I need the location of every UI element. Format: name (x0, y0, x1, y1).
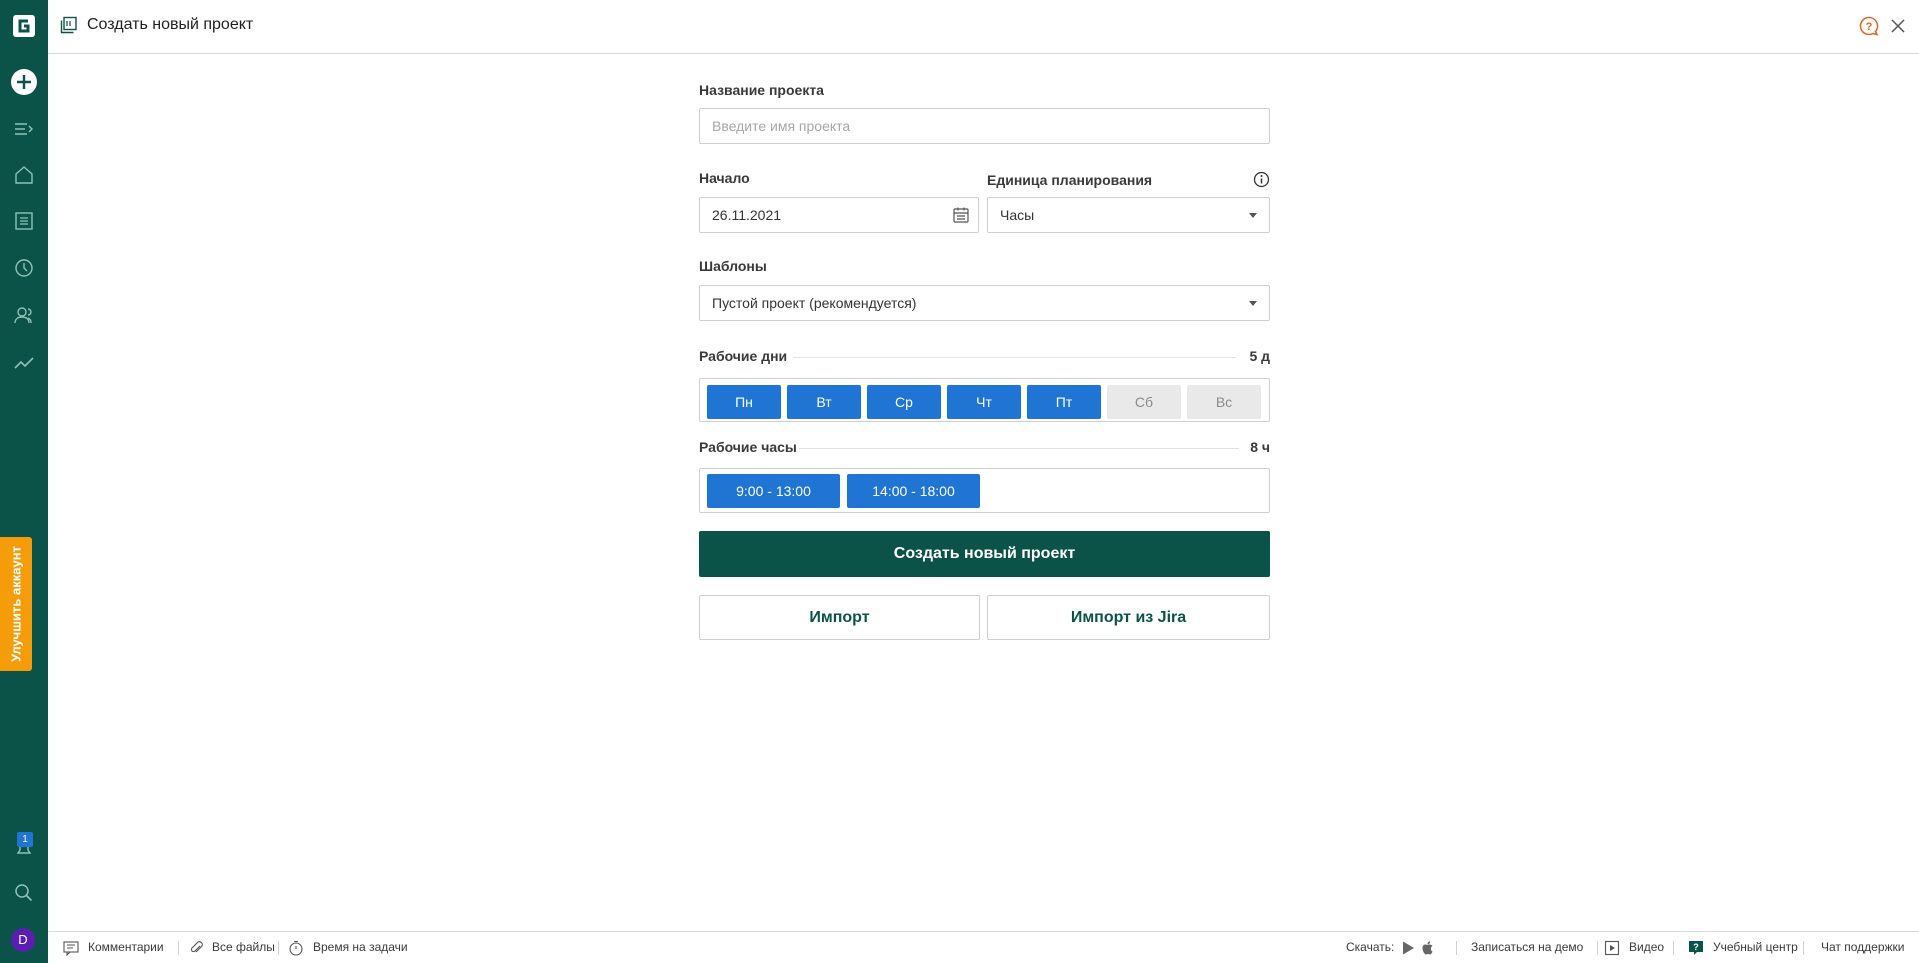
chevron-down-icon (1249, 301, 1257, 306)
day-toggle-mon[interactable]: Пн (707, 385, 781, 419)
workdays-label: Рабочие дни (699, 348, 788, 364)
home-icon[interactable] (13, 164, 35, 186)
help-icon[interactable]: ? (1859, 16, 1879, 36)
create-project-button[interactable]: Создать новый проект (699, 531, 1270, 577)
header: Создать новый проект ? (48, 0, 1919, 54)
divider (1597, 941, 1598, 955)
video-link[interactable]: Видео (1629, 932, 1664, 963)
import-button[interactable]: Импорт (699, 595, 980, 640)
download-label: Скачать: (1346, 940, 1395, 954)
project-name-label: Название проекта (699, 82, 824, 98)
day-toggle-wed[interactable]: Ср (867, 385, 941, 419)
workdays-selector: Пн Вт Ср Чт Пт Сб Вс (699, 378, 1270, 422)
avatar[interactable]: D (11, 928, 35, 952)
start-label: Начало (699, 170, 750, 186)
templates-value: Пустой проект (рекомендуется) (712, 295, 917, 311)
project-name-input[interactable] (699, 108, 1270, 144)
day-toggle-sun[interactable]: Вс (1187, 385, 1261, 419)
trend-icon[interactable] (13, 351, 35, 373)
day-toggle-sat[interactable]: Сб (1107, 385, 1181, 419)
time-on-tasks-link[interactable]: Время на задачи (313, 932, 408, 963)
close-icon[interactable] (1889, 17, 1907, 35)
templates-label: Шаблоны (699, 258, 767, 274)
expand-menu-icon[interactable] (13, 118, 35, 140)
book-demo-link[interactable]: Записаться на демо (1471, 932, 1583, 963)
workdays-count: 5 д (1249, 348, 1270, 364)
calendar-icon[interactable] (952, 206, 970, 224)
notification-badge: 1 (17, 832, 33, 847)
users-icon[interactable] (13, 304, 35, 326)
project-icon (60, 16, 77, 34)
paperclip-icon (190, 941, 203, 953)
stopwatch-icon (289, 940, 303, 956)
hours-slot-2[interactable]: 14:00 - 18:00 (847, 474, 980, 508)
video-icon (1604, 940, 1620, 956)
workhours-selector: 9:00 - 13:00 14:00 - 18:00 (699, 468, 1270, 513)
workhours-label: Рабочие часы (699, 439, 797, 455)
gantt-logo-icon[interactable] (12, 14, 36, 38)
add-icon[interactable] (11, 69, 37, 95)
learning-center-link[interactable]: Учебный центр (1713, 932, 1798, 963)
day-toggle-thu[interactable]: Чт (947, 385, 1021, 419)
svg-text:?: ? (1866, 21, 1873, 33)
chevron-down-icon (1249, 213, 1257, 218)
divider (793, 357, 1236, 358)
divider (1456, 941, 1457, 955)
apple-icon[interactable] (1420, 940, 1436, 956)
import-jira-button[interactable]: Импорт из Jira (987, 595, 1270, 640)
sidebar: Улучшить аккаунт 1 D (0, 0, 48, 963)
google-play-icon[interactable] (1400, 940, 1416, 956)
divider (1673, 941, 1674, 955)
footer: Комментарии Все файлы Время на задачи Ск… (48, 931, 1919, 963)
workhours-count: 8 ч (1250, 439, 1270, 455)
divider (178, 941, 179, 955)
page-title: Создать новый проект (87, 16, 254, 33)
day-toggle-fri[interactable]: Пт (1027, 385, 1101, 419)
all-files-link[interactable]: Все файлы (212, 932, 275, 963)
info-icon[interactable] (1253, 171, 1270, 188)
list-icon[interactable] (13, 210, 35, 232)
divider (1803, 941, 1804, 955)
templates-select[interactable]: Пустой проект (рекомендуется) (699, 285, 1270, 321)
planning-unit-value: Часы (1000, 207, 1035, 223)
svg-text:?: ? (1693, 942, 1699, 952)
divider (799, 448, 1239, 449)
hours-slot-1[interactable]: 9:00 - 13:00 (707, 474, 840, 508)
comments-icon (63, 941, 79, 956)
search-icon[interactable] (13, 882, 35, 904)
upgrade-account-button[interactable]: Улучшить аккаунт (0, 537, 32, 671)
learning-center-icon: ? (1689, 941, 1703, 955)
comments-link[interactable]: Комментарии (88, 932, 164, 963)
planning-unit-select[interactable]: Часы (987, 197, 1270, 233)
start-date-field[interactable]: 26.11.2021 (699, 197, 979, 233)
clock-icon[interactable] (13, 257, 35, 279)
day-toggle-tue[interactable]: Вт (787, 385, 861, 419)
start-date-value: 26.11.2021 (712, 207, 782, 223)
support-chat-link[interactable]: Чат поддержки (1821, 932, 1904, 963)
planning-unit-label: Единица планирования (987, 172, 1153, 188)
divider (278, 941, 279, 955)
upgrade-label: Улучшить аккаунт (8, 546, 24, 662)
